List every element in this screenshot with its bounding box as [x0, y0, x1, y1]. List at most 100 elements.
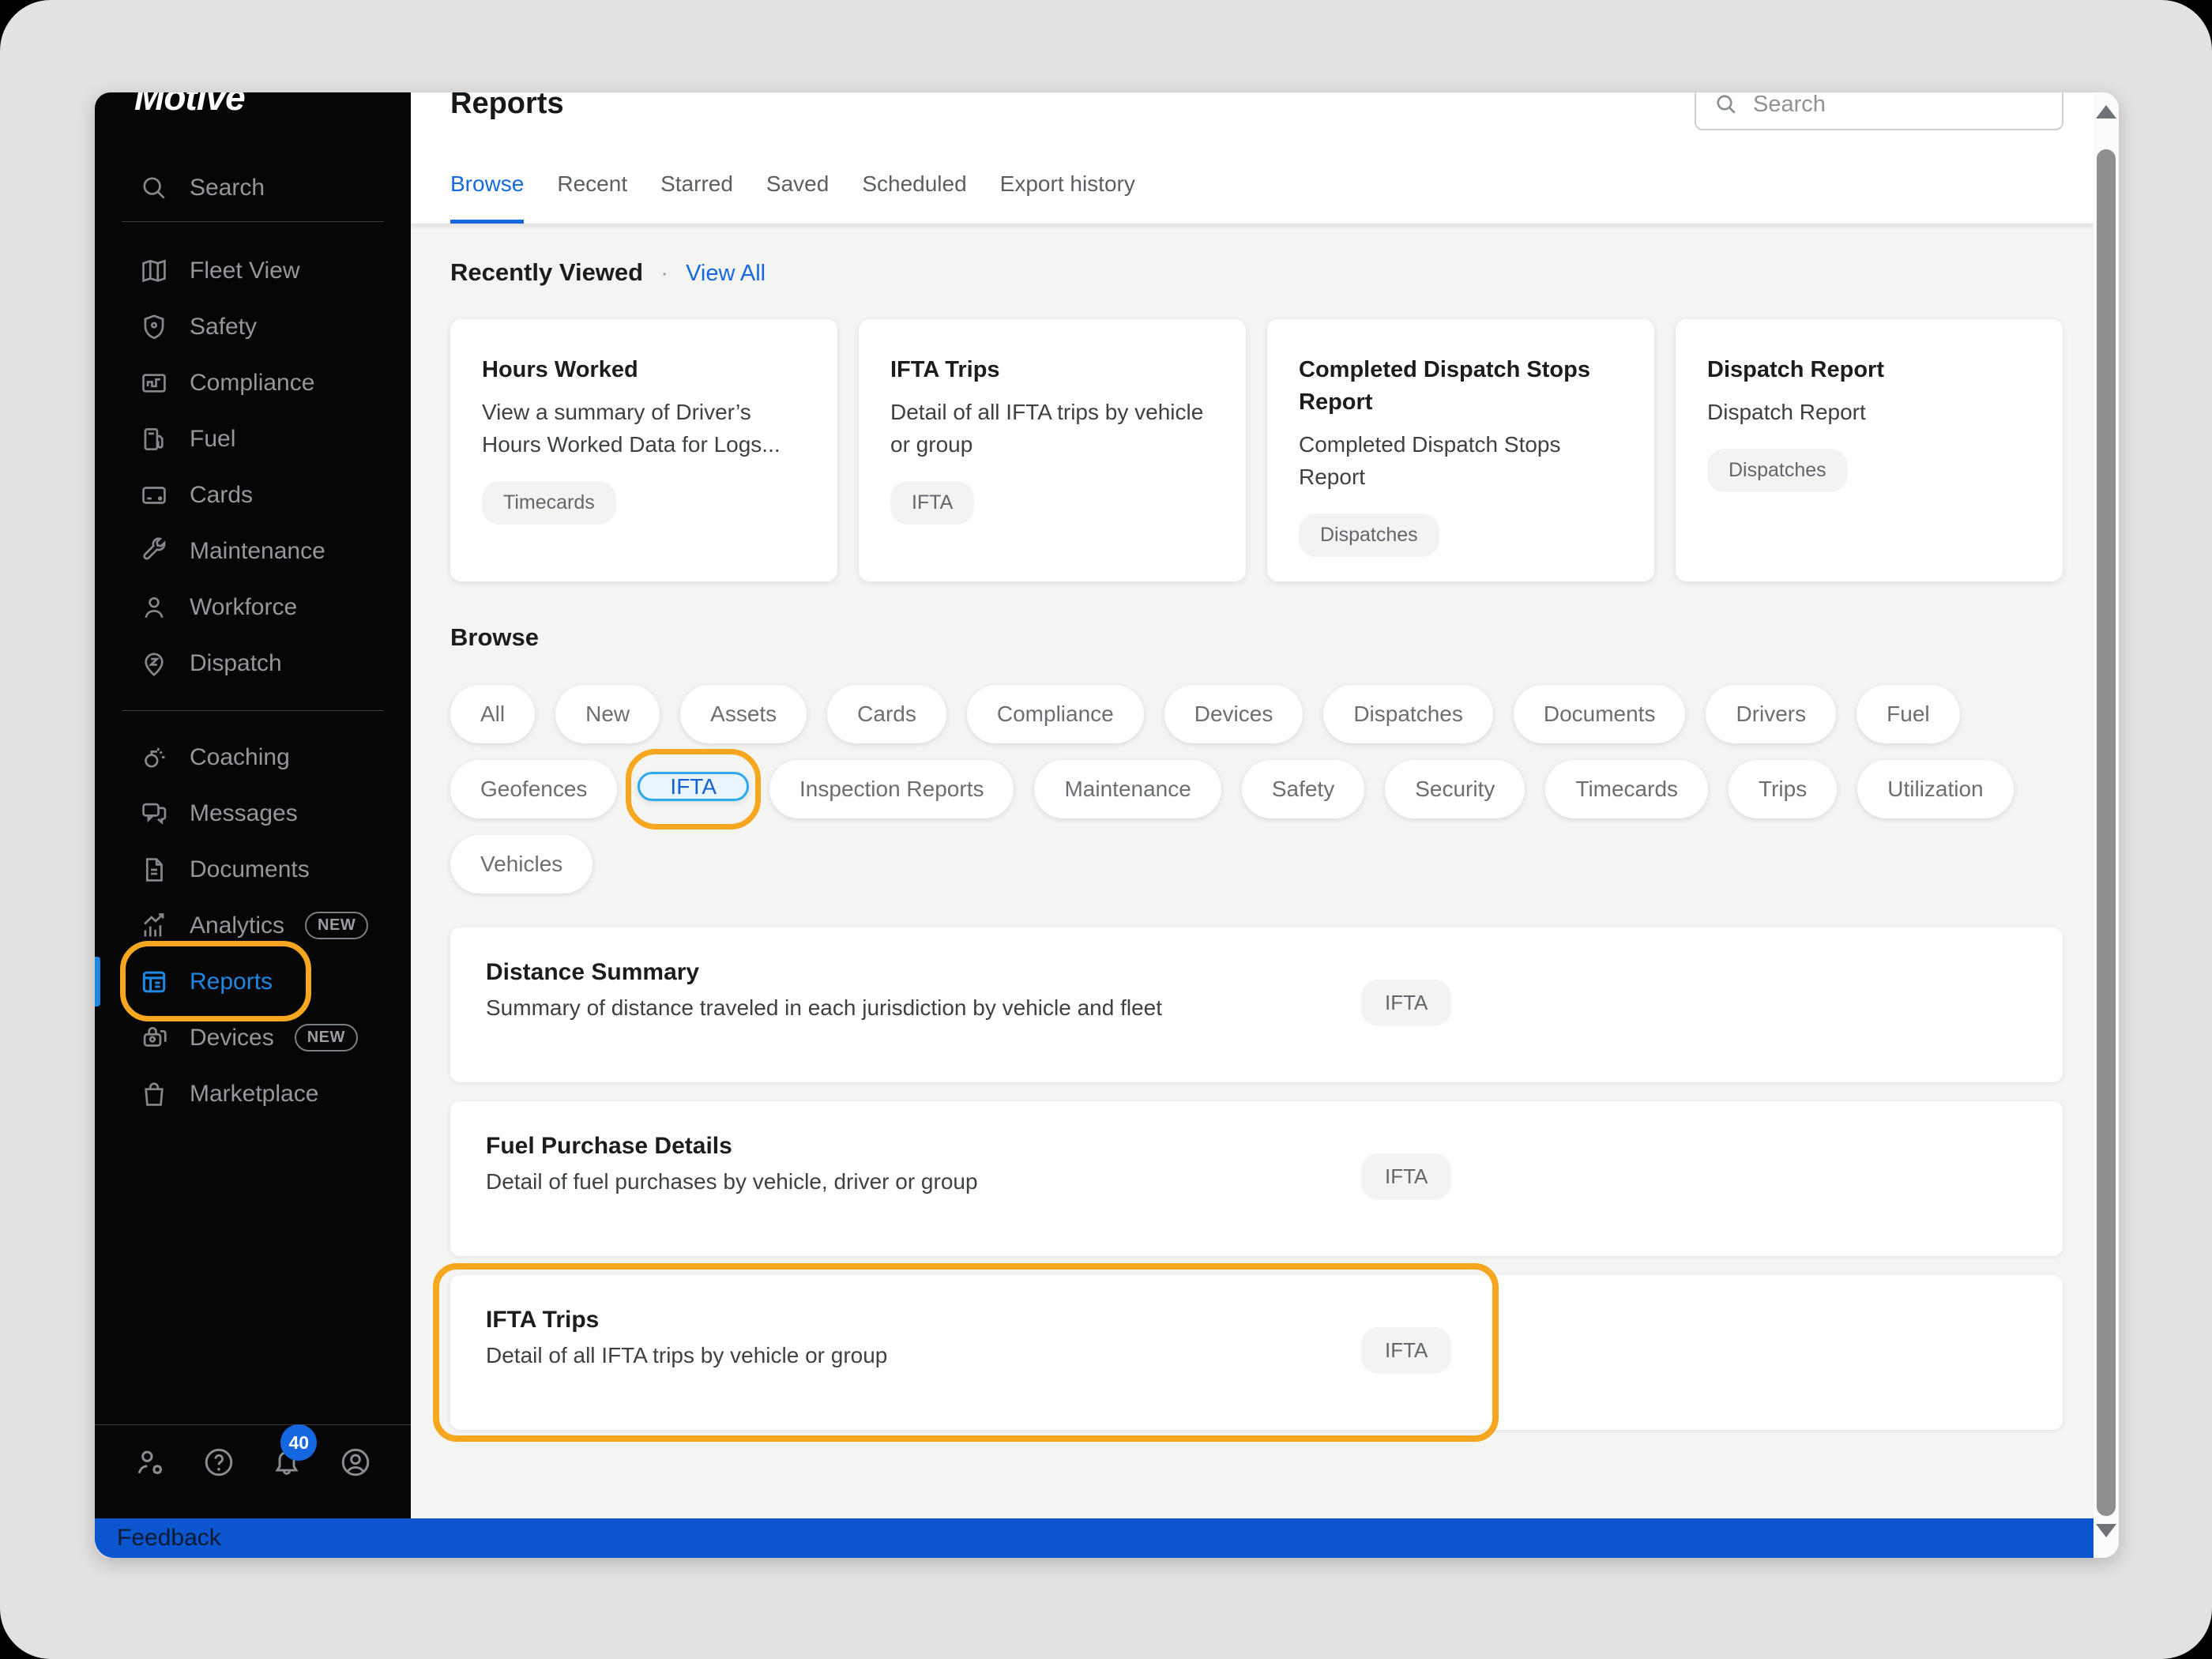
account-icon[interactable]	[338, 1445, 373, 1480]
report-card-completed-dispatch-stops[interactable]: Completed Dispatch Stops Report Complete…	[1267, 319, 1654, 581]
sidebar-item-label: Workforce	[190, 594, 297, 621]
search-icon	[139, 173, 169, 203]
sidebar-item-documents[interactable]: Documents	[95, 841, 411, 897]
new-badge: NEW	[305, 912, 368, 939]
sidebar-search-label: Search	[190, 175, 265, 201]
tab-saved[interactable]: Saved	[766, 171, 829, 224]
notifications-bell-icon[interactable]: 40	[269, 1445, 304, 1480]
category-pill-row-1: All New Assets Cards Compliance Devices …	[450, 685, 1960, 743]
sidebar-item-label: Fuel	[190, 426, 235, 453]
sidebar-search[interactable]: Search	[95, 160, 411, 216]
category-pill-row-2: Geofences IFTA Inspection Reports Mainte…	[450, 760, 2014, 818]
sidebar-item-analytics[interactable]: Analytics NEW	[95, 897, 411, 954]
category-pill-utilization[interactable]: Utilization	[1857, 760, 2013, 818]
category-pill-documents[interactable]: Documents	[1514, 685, 1686, 743]
feedback-bar[interactable]: Feedback	[95, 1518, 2094, 1558]
card-title: Completed Dispatch Stops Report	[1299, 354, 1623, 419]
category-pill-compliance[interactable]: Compliance	[967, 685, 1144, 743]
category-pill-all[interactable]: All	[450, 685, 535, 743]
category-pill-assets[interactable]: Assets	[680, 685, 807, 743]
category-pill-inspection-reports[interactable]: Inspection Reports	[769, 760, 1014, 818]
category-pill-devices[interactable]: Devices	[1164, 685, 1304, 743]
report-row-fuel-purchase-details[interactable]: Fuel Purchase Details Detail of fuel pur…	[450, 1101, 2063, 1256]
sidebar-divider	[122, 221, 384, 222]
tab-starred[interactable]: Starred	[660, 171, 733, 224]
category-pill-new[interactable]: New	[555, 685, 660, 743]
category-pill-safety[interactable]: Safety	[1242, 760, 1364, 818]
page-header: Reports Browse Recent Starred Saved Sche…	[411, 92, 2094, 224]
sidebar-item-label: Devices	[190, 1025, 274, 1051]
category-pill-trips[interactable]: Trips	[1729, 760, 1837, 818]
motive-logo: Motive	[134, 92, 245, 121]
tab-export-history[interactable]: Export history	[1000, 171, 1135, 224]
category-pill-fuel[interactable]: Fuel	[1856, 685, 1959, 743]
ifta-pill-wrap: IFTA	[638, 760, 749, 818]
browse-heading: Browse	[450, 623, 539, 652]
sidebar-divider	[122, 710, 384, 711]
report-row-distance-summary[interactable]: Distance Summary Summary of distance tra…	[450, 927, 2063, 1082]
category-tag: IFTA	[1361, 1153, 1451, 1200]
scroll-up-arrow-icon[interactable]	[2096, 105, 2116, 118]
report-card-hours-worked[interactable]: Hours Worked View a summary of Driver’s …	[450, 319, 837, 581]
sidebar-item-fleet-view[interactable]: Fleet View	[95, 243, 411, 299]
tab-browse[interactable]: Browse	[450, 171, 524, 224]
category-pill-maintenance[interactable]: Maintenance	[1034, 760, 1221, 818]
main-panel: Reports Browse Recent Starred Saved Sche…	[411, 92, 2094, 1518]
view-all-link[interactable]: View All	[686, 261, 766, 287]
sidebar-item-cards[interactable]: Cards	[95, 467, 411, 523]
sidebar-item-compliance[interactable]: Compliance	[95, 355, 411, 411]
active-indicator	[95, 957, 100, 1006]
category-pill-dispatches[interactable]: Dispatches	[1323, 685, 1493, 743]
card-title: Hours Worked	[482, 354, 806, 386]
sidebar-item-label: Coaching	[190, 744, 290, 771]
sidebar-item-dispatch[interactable]: Dispatch	[95, 635, 411, 691]
user-settings-icon[interactable]	[133, 1445, 167, 1480]
category-pill-security[interactable]: Security	[1385, 760, 1525, 818]
sidebar-item-maintenance[interactable]: Maintenance	[95, 523, 411, 579]
report-card-dispatch-report[interactable]: Dispatch Report Dispatch Report Dispatch…	[1676, 319, 2063, 581]
category-tag: IFTA	[1361, 980, 1451, 1026]
sidebar-item-label: Messages	[190, 800, 298, 827]
scrollbar-thumb[interactable]	[2097, 149, 2116, 1516]
category-tag: Timecards	[482, 481, 616, 525]
category-tag: IFTA	[890, 481, 974, 525]
sidebar-item-safety[interactable]: Safety	[95, 299, 411, 355]
report-card-ifta-trips[interactable]: IFTA Trips Detail of all IFTA trips by v…	[859, 319, 1246, 581]
sidebar-item-messages[interactable]: Messages	[95, 785, 411, 841]
sidebar-item-devices[interactable]: Devices NEW	[95, 1010, 411, 1066]
category-pill-geofences[interactable]: Geofences	[450, 760, 617, 818]
report-search-input[interactable]	[1753, 92, 2037, 118]
category-pill-ifta[interactable]: IFTA	[638, 772, 749, 801]
sidebar-item-coaching[interactable]: Coaching	[95, 729, 411, 785]
dispatch-pin-icon	[139, 649, 169, 679]
sidebar-item-workforce[interactable]: Workforce	[95, 579, 411, 635]
sidebar-item-label: Fleet View	[190, 258, 300, 284]
card-description: View a summary of Driver’s Hours Worked …	[482, 396, 806, 461]
sidebar-item-reports[interactable]: Reports	[95, 954, 411, 1010]
sidebar-item-fuel[interactable]: Fuel	[95, 411, 411, 467]
shopping-bag-icon	[139, 1079, 169, 1109]
report-row-description: Detail of fuel purchases by vehicle, dri…	[486, 1169, 2063, 1194]
scroll-down-arrow-icon[interactable]	[2096, 1524, 2116, 1537]
tab-scheduled[interactable]: Scheduled	[862, 171, 966, 224]
sidebar-item-marketplace[interactable]: Marketplace	[95, 1066, 411, 1122]
app-window: Motive Search Fleet View Safety	[95, 92, 2119, 1558]
report-icon	[139, 967, 169, 997]
sidebar-item-label: Maintenance	[190, 538, 325, 565]
category-pill-cards[interactable]: Cards	[827, 685, 946, 743]
tab-recent[interactable]: Recent	[557, 171, 627, 224]
report-search-box[interactable]	[1695, 92, 2063, 130]
category-pill-vehicles[interactable]: Vehicles	[450, 835, 592, 893]
sidebar-item-label: Marketplace	[190, 1081, 318, 1108]
separator-dot: ·	[660, 260, 668, 287]
tab-bar: Browse Recent Starred Saved Scheduled Ex…	[450, 171, 1135, 224]
card-description: Detail of all IFTA trips by vehicle or g…	[890, 396, 1214, 461]
report-row-ifta-trips[interactable]: IFTA Trips Detail of all IFTA trips by v…	[450, 1275, 2063, 1430]
shield-icon	[139, 312, 169, 342]
category-pill-timecards[interactable]: Timecards	[1545, 760, 1708, 818]
sidebar-item-label: Compliance	[190, 370, 314, 397]
sidebar-nav-primary: Fleet View Safety Compliance Fuel Cards	[95, 243, 411, 691]
category-pill-drivers[interactable]: Drivers	[1706, 685, 1836, 743]
vertical-scrollbar[interactable]	[2094, 92, 2119, 1558]
help-icon[interactable]	[201, 1445, 236, 1480]
